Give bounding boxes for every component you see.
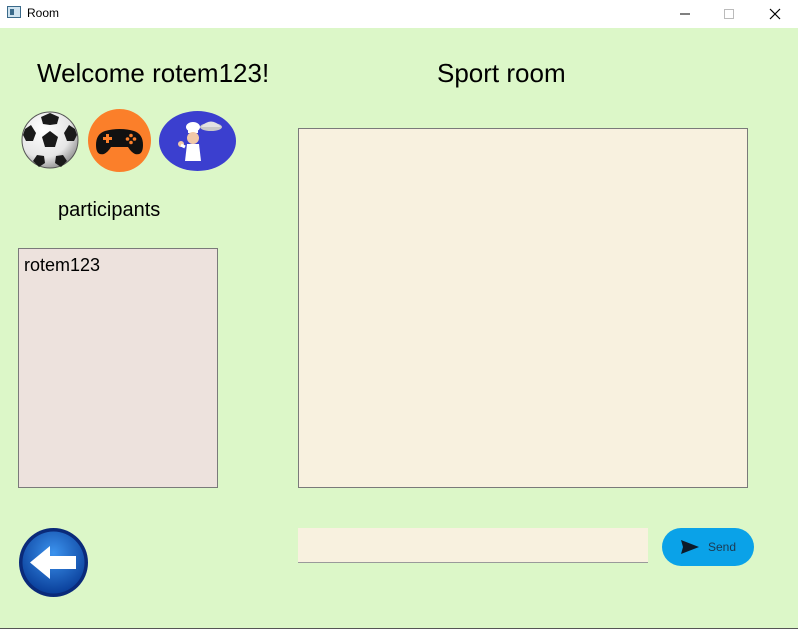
app-icon [7, 6, 21, 18]
room-title: Sport room [437, 58, 566, 88]
message-input[interactable] [298, 528, 648, 563]
participants-label: participants [58, 199, 161, 221]
close-button[interactable] [752, 0, 798, 28]
room-window: Welcome rotem123! Sport room participant… [0, 28, 798, 629]
window-title: Room [27, 6, 60, 20]
maximize-icon [724, 9, 734, 19]
welcome-heading: Welcome rotem123! [37, 58, 270, 88]
participants-list[interactable]: rotem123 [18, 248, 218, 488]
chat-messages-area[interactable] [298, 128, 748, 488]
send-arrow-icon [680, 540, 699, 554]
minimize-button[interactable] [662, 0, 708, 28]
title-bar: Room [0, 0, 798, 28]
send-button[interactable]: Send [662, 528, 754, 566]
close-icon [769, 8, 781, 20]
maximize-button[interactable] [706, 0, 752, 28]
back-button[interactable] [18, 527, 89, 598]
soccer-ball-icon[interactable] [21, 111, 79, 169]
minimize-icon [680, 13, 690, 15]
send-label: Send [707, 540, 737, 554]
gamepad-icon[interactable] [88, 109, 151, 172]
chef-icon[interactable] [159, 111, 236, 171]
participant-item[interactable]: rotem123 [24, 255, 212, 276]
